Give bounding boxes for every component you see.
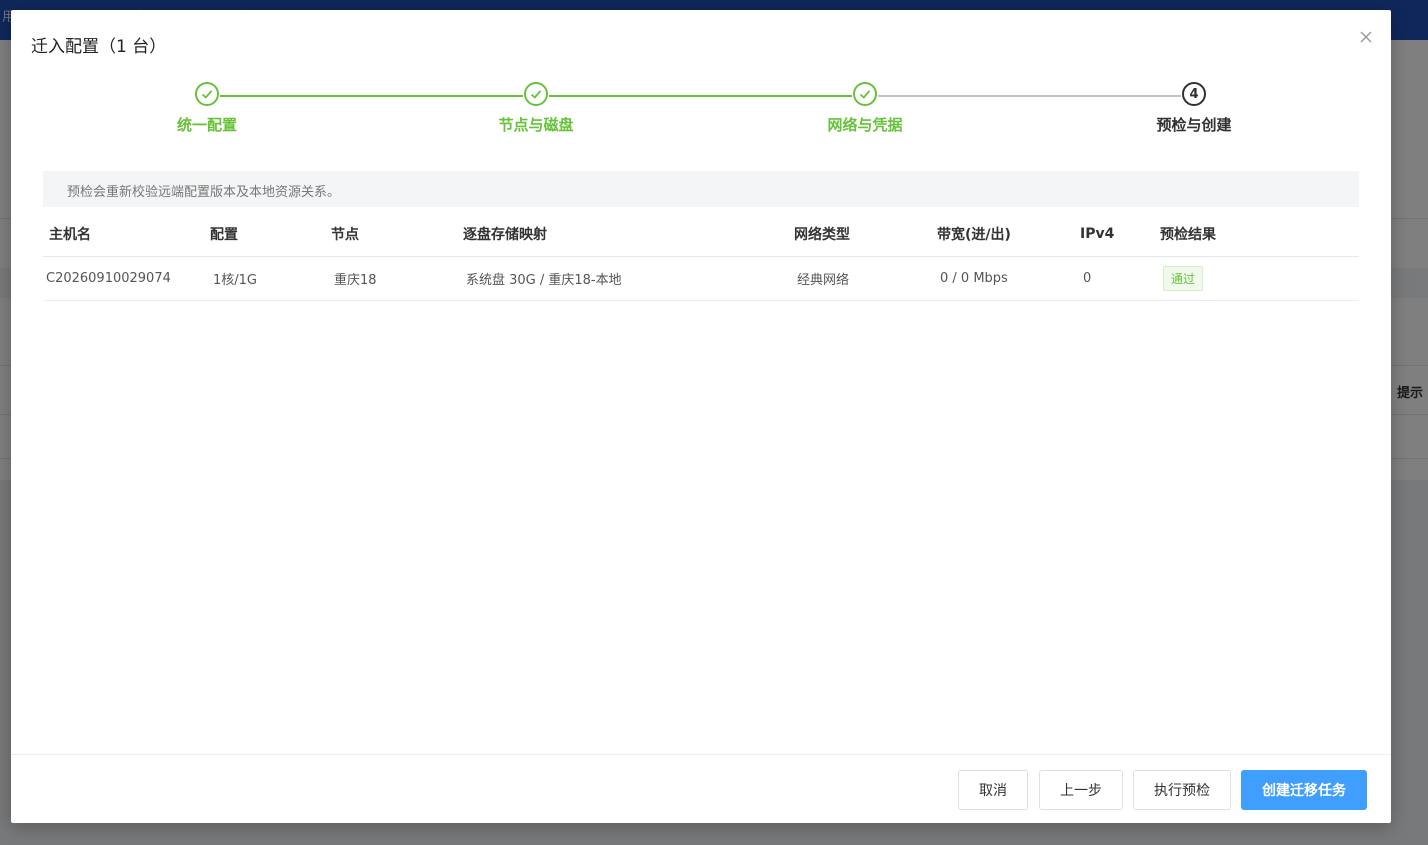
column-header: 预检结果 <box>1160 227 1216 243</box>
table-row: C20260910029074 1核/1G 重庆18 系统盘 30G / 重庆1… <box>43 257 1359 301</box>
cancel-button[interactable]: 取消 <box>958 770 1028 810</box>
column-header: 节点 <box>331 227 359 243</box>
check-icon <box>195 82 219 106</box>
step-4: 4 预检与创建 <box>1114 82 1274 135</box>
result-cell: 通过 <box>1160 266 1280 291</box>
hostname-cell: C20260910029074 <box>46 271 171 286</box>
disk-mapping-cell: 系统盘 30G / 重庆18-本地 <box>466 273 622 288</box>
dialog-title: 迁入配置（1 台） <box>31 37 167 57</box>
migration-config-dialog: 迁入配置（1 台） 统一配置 节点与磁盘 网络与凭据 4 预检与创建 预检会重新… <box>11 10 1391 823</box>
step-label: 节点与磁盘 <box>498 116 574 134</box>
prev-step-button[interactable]: 上一步 <box>1039 770 1123 810</box>
step-2: 节点与磁盘 <box>456 82 616 135</box>
network-type-cell: 经典网络 <box>797 273 850 288</box>
dialog-footer: 取消 上一步 执行预检 创建迁移任务 <box>11 754 1391 823</box>
column-header: 配置 <box>210 227 238 243</box>
steps-progress: 统一配置 节点与磁盘 网络与凭据 4 预检与创建 <box>11 82 1391 152</box>
step-label: 统一配置 <box>176 116 237 134</box>
check-icon <box>524 82 548 106</box>
column-header: 逐盘存储映射 <box>463 227 547 243</box>
step-number: 4 <box>1182 82 1206 106</box>
close-icon[interactable] <box>1355 26 1377 48</box>
create-migration-task-button[interactable]: 创建迁移任务 <box>1241 770 1367 810</box>
run-precheck-button[interactable]: 执行预检 <box>1133 770 1231 810</box>
step-label: 预检与创建 <box>1156 116 1232 134</box>
column-header: 带宽(进/出) <box>937 227 1011 243</box>
config-cell: 1核/1G <box>213 273 257 288</box>
ipv4-cell: 0 <box>1083 271 1092 286</box>
check-icon <box>853 82 877 106</box>
node-cell: 重庆18 <box>334 273 377 288</box>
column-header: 网络类型 <box>794 227 850 243</box>
bandwidth-cell: 0 / 0 Mbps <box>940 271 1008 286</box>
precheck-info-banner: 预检会重新校验远端配置版本及本地资源关系。 <box>43 171 1359 207</box>
status-badge: 通过 <box>1163 266 1204 291</box>
step-3: 网络与凭据 <box>785 82 945 135</box>
column-header: IPv4 <box>1080 226 1115 242</box>
table-header: 主机名 配置 节点 逐盘存储映射 网络类型 带宽(进/出) IPv4 预检结果 <box>43 212 1359 257</box>
step-label: 网络与凭据 <box>827 116 903 134</box>
column-header: 主机名 <box>49 227 91 243</box>
precheck-table: 主机名 配置 节点 逐盘存储映射 网络类型 带宽(进/出) IPv4 预检结果 … <box>43 212 1359 301</box>
step-1: 统一配置 <box>127 82 287 135</box>
